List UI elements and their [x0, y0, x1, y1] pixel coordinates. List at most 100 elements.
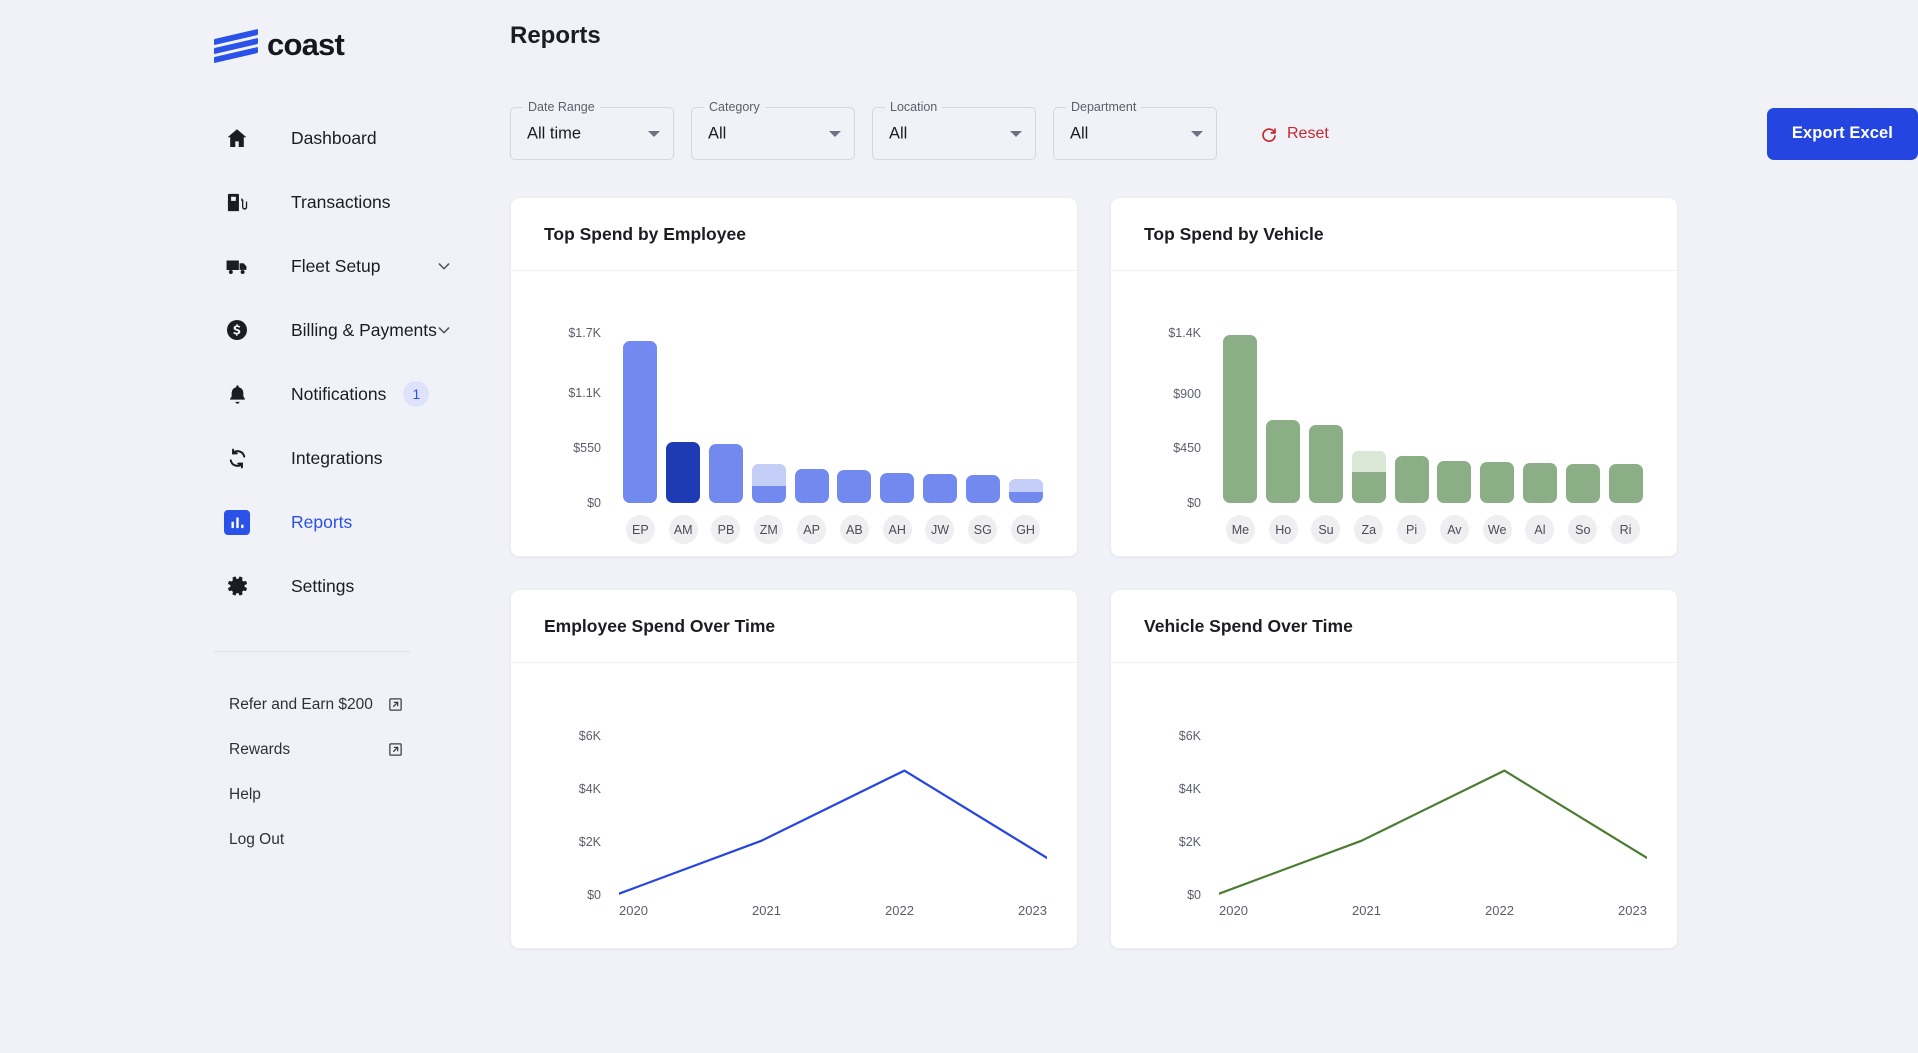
x-axis-labels: Me Ho Su Za Pi Av We Al So Ri: [1219, 515, 1647, 544]
sidebar-item-label: Integrations: [291, 447, 383, 468]
bar[interactable]: [623, 341, 658, 503]
bar[interactable]: [880, 473, 915, 503]
bars-container: [1219, 333, 1647, 503]
filter-location[interactable]: Location All: [872, 100, 1036, 160]
footer-link-log-out[interactable]: Log Out: [0, 817, 510, 862]
notifications-badge: 1: [403, 381, 430, 407]
filter-label: Department: [1066, 100, 1142, 114]
bar[interactable]: [1223, 335, 1258, 503]
category-avatar[interactable]: PB: [711, 515, 741, 544]
category-avatar[interactable]: Su: [1311, 515, 1341, 544]
chevron-down-icon[interactable]: [1191, 130, 1203, 137]
filter-category[interactable]: Category All: [691, 100, 855, 160]
chart-card-vehicle-spend-over-time: Vehicle Spend Over Time $0 $2K $4K $6K 2020 20…: [1110, 589, 1678, 949]
sidebar-item-settings[interactable]: Settings: [0, 554, 510, 618]
bar[interactable]: [1437, 460, 1472, 503]
truck-icon: [224, 253, 250, 279]
bar[interactable]: [708, 444, 743, 503]
category-avatar[interactable]: AM: [668, 515, 698, 544]
sidebar-item-billing-payments[interactable]: Billing & Payments: [0, 298, 510, 362]
line-series-svg: [619, 715, 1047, 895]
footer-link-rewards[interactable]: Rewards: [0, 727, 510, 772]
bar[interactable]: [1266, 420, 1301, 503]
bar-column: [747, 333, 790, 503]
bar[interactable]: [1608, 464, 1643, 503]
bar[interactable]: [794, 469, 829, 503]
bar[interactable]: [837, 470, 872, 503]
category-avatar[interactable]: GH: [1011, 515, 1041, 544]
category-avatar[interactable]: Al: [1525, 515, 1555, 544]
x-axis-tick-label: 2021: [1352, 903, 1381, 918]
category-avatar[interactable]: SG: [968, 515, 998, 544]
bar[interactable]: [751, 464, 786, 503]
x-axis-labels: 2020 2021 2022 2023: [619, 903, 1047, 918]
bar[interactable]: [1351, 450, 1386, 503]
footer-link-help[interactable]: Help: [0, 772, 510, 817]
category-avatar[interactable]: AB: [839, 515, 869, 544]
chevron-down-icon[interactable]: [829, 130, 841, 137]
bar[interactable]: [666, 442, 701, 503]
bar[interactable]: [1565, 464, 1600, 503]
chevron-down-icon[interactable]: [436, 258, 452, 274]
sidebar-item-label: Billing & Payments: [291, 319, 437, 340]
category-avatar[interactable]: Pi: [1397, 515, 1427, 544]
bar[interactable]: [1008, 479, 1043, 503]
x-axis-tick-label: 2021: [752, 903, 781, 918]
bell-icon: [224, 381, 250, 407]
chart-card-top-spend-by-employee: Top Spend by Employee $0 $550 $1.1K $1.7K EP A…: [510, 197, 1078, 557]
category-avatar[interactable]: EP: [625, 515, 655, 544]
category-avatar[interactable]: AP: [797, 515, 827, 544]
y-axis-tick-label: $0: [587, 888, 601, 902]
footer-link-label: Refer and Earn $200: [229, 695, 373, 713]
reset-button[interactable]: Reset: [1260, 125, 1329, 143]
bar[interactable]: [922, 474, 957, 503]
bar-stack-segment: [751, 464, 786, 486]
bar[interactable]: [1394, 455, 1429, 503]
sidebar-item-transactions[interactable]: Transactions: [0, 170, 510, 234]
sidebar-item-dashboard[interactable]: Dashboard: [0, 106, 510, 170]
bar[interactable]: [965, 475, 1000, 503]
bar-column: [1476, 333, 1519, 503]
x-axis-label-cell: Al: [1519, 515, 1562, 544]
chart-card-header: Vehicle Spend Over Time: [1111, 590, 1677, 663]
page-title: Reports: [510, 22, 601, 49]
category-avatar[interactable]: We: [1482, 515, 1512, 544]
y-axis-tick-label: $1.1K: [568, 386, 601, 400]
chevron-down-icon[interactable]: [1010, 130, 1022, 137]
x-axis-label-cell: AB: [833, 515, 876, 544]
category-avatar[interactable]: So: [1568, 515, 1598, 544]
bar[interactable]: [1308, 425, 1343, 503]
bars-container: [619, 333, 1047, 503]
category-avatar[interactable]: Ho: [1268, 515, 1298, 544]
sidebar-item-reports[interactable]: Reports: [0, 490, 510, 554]
category-avatar[interactable]: Av: [1439, 515, 1469, 544]
bar[interactable]: [1480, 461, 1515, 503]
category-avatar[interactable]: JW: [925, 515, 955, 544]
sidebar-item-fleet-setup[interactable]: Fleet Setup: [0, 234, 510, 298]
brand-logo[interactable]: coast: [0, 22, 510, 68]
bar-column: [1219, 333, 1262, 503]
x-axis-label-cell: Av: [1433, 515, 1476, 544]
bar-column: [919, 333, 962, 503]
sync-icon: [224, 445, 250, 471]
brand-name: coast: [267, 27, 345, 62]
category-avatar[interactable]: Ri: [1611, 515, 1641, 544]
sidebar-item-label: Fleet Setup: [291, 255, 381, 276]
export-excel-button[interactable]: Export Excel: [1766, 107, 1918, 160]
filter-date-range[interactable]: Date Range All time: [510, 100, 674, 160]
chevron-down-icon[interactable]: [648, 130, 660, 137]
bar[interactable]: [1522, 462, 1557, 503]
chart-body: $0 $2K $4K $6K 2020 2021 2022 2023: [1111, 663, 1677, 948]
category-avatar[interactable]: Me: [1225, 515, 1255, 544]
x-axis-label-cell: PB: [705, 515, 748, 544]
filter-department[interactable]: Department All: [1053, 100, 1217, 160]
chevron-down-icon[interactable]: [436, 322, 452, 338]
category-avatar[interactable]: ZM: [754, 515, 784, 544]
app-root: coast Dashboard Transactions Fleet Setup Bi…: [0, 0, 1918, 1053]
y-axis-tick-label: $450: [1173, 441, 1201, 456]
sidebar-item-integrations[interactable]: Integrations: [0, 426, 510, 490]
sidebar-item-notifications[interactable]: Notifications 1: [0, 362, 510, 426]
category-avatar[interactable]: AH: [882, 515, 912, 544]
category-avatar[interactable]: Za: [1354, 515, 1384, 544]
footer-link-refer-and-earn-200[interactable]: Refer and Earn $200: [0, 682, 510, 727]
